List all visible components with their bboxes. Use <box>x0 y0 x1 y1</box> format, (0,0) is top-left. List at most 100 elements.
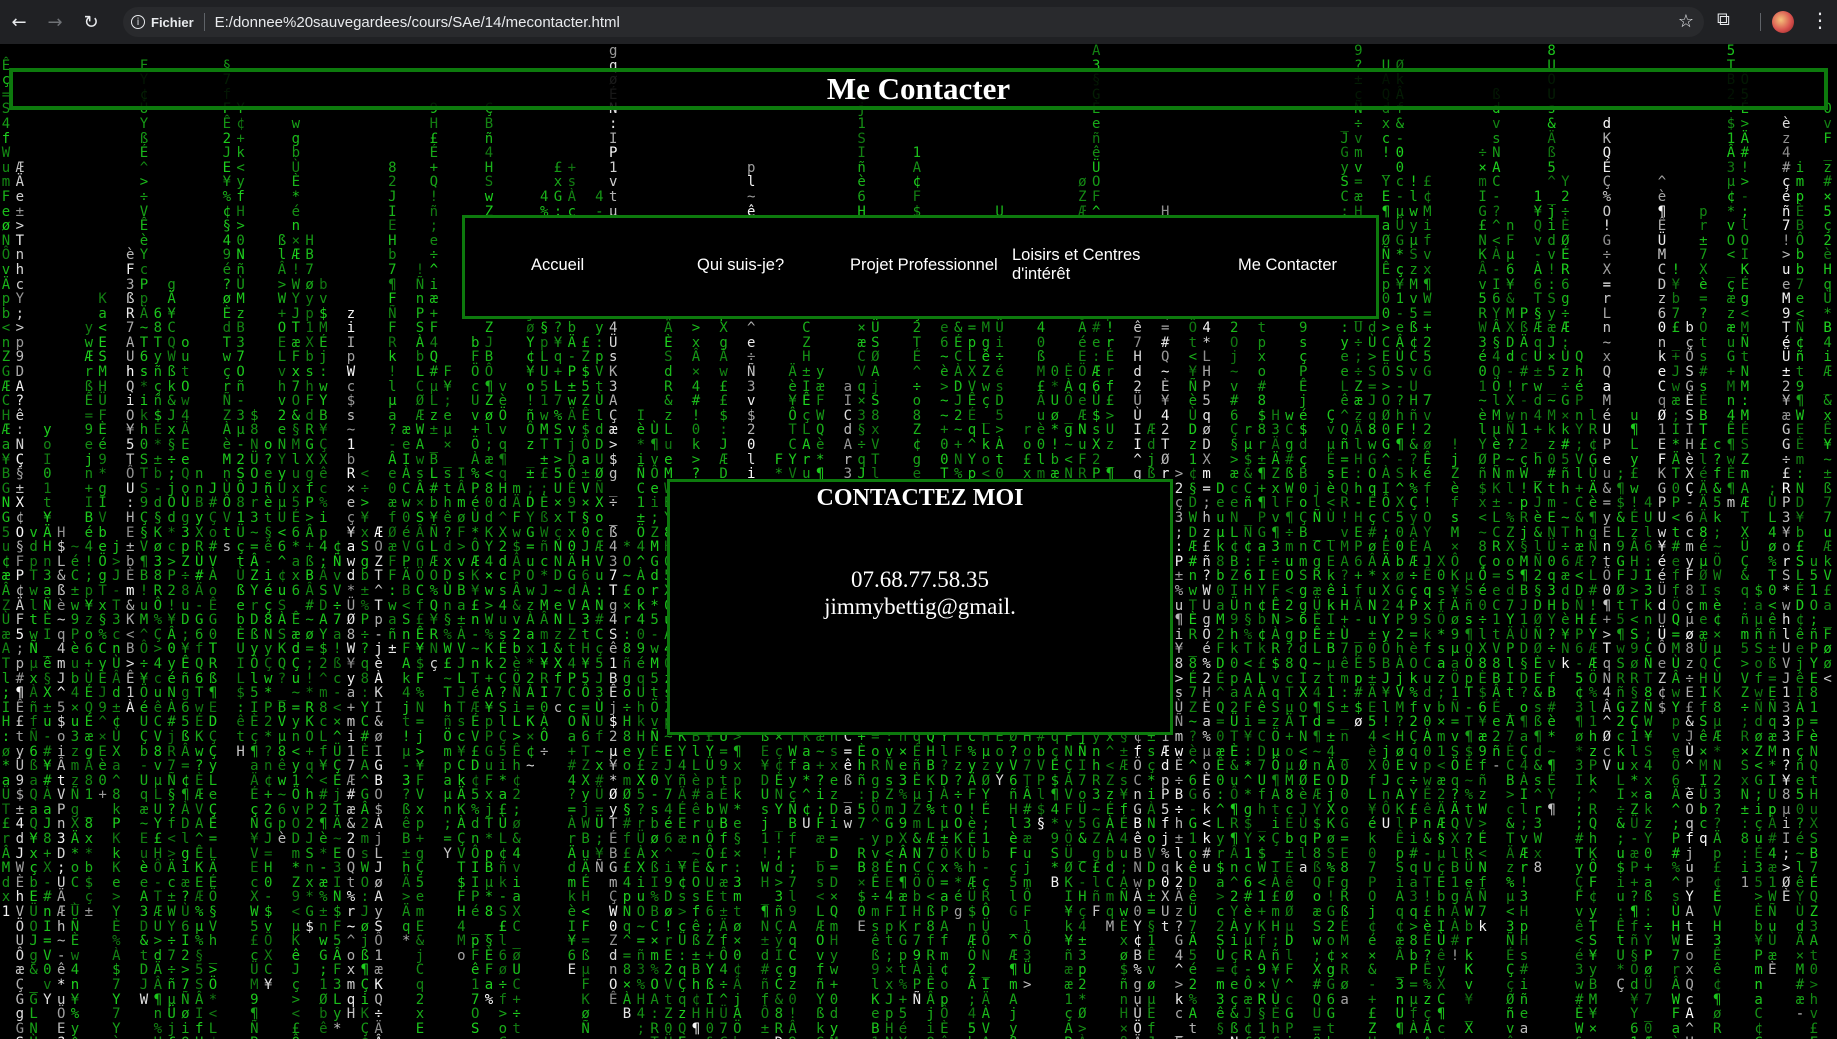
reload-button[interactable]: ↻ <box>74 5 108 39</box>
rain-column: I Âm ø F > v s Ba ± À V J L J Ts c ¥ Ck Ä K À Ç V T $ F H 4 Mo <box>455 44 467 1039</box>
rain-column: ; Ù L 4 ø% T 0 < ê ñ ± ß = E Ñq æ M * I Up À #4 æ 1 W Ñu Ùæ È <box>1766 44 1778 1039</box>
rain-column: ^ è ¶ Ê Ü M C Dz 6 0 n k e Cq Ø 1 E F K G P Uw ¥ é é Üd U Ü Ôe Z ¢ $ <box>1656 44 1668 1039</box>
rain-column: <÷>¥xSgb±%P÷?q8:YC#ÈA^GÂ2msWO:Jøjß¶ÇiKÇ$ <box>359 44 371 1039</box>
rain-column: §7fFÊ2JE¥%¢§49é?øÈdTwçrÑZÀèMnÙÔVts <box>221 44 233 1039</box>
rain-column: OvF_z#×5ç2èHqÙ*B4iÆ_&xÊ¥~±ß77uÆkV£a_Føø< <box>1822 44 1834 1039</box>
rain-column: u ¶ Ly £ w! Éz Â H J > T < S 9 ø R § Z Ç 1 l x * × Z Ü - æ P +? ¶ f ñ § Od… <box>1628 44 1640 1039</box>
nav-link-projet-professionnel[interactable]: Projet Professionnel <box>850 256 998 275</box>
rain-column: Pß Äc # r - n 1 2 ç W! p Rj § M ¶ B J 1 Ù D § D? o ¶ a Ç 4 À Il; v Ær!… <box>1518 44 1530 1039</box>
toolbar-divider <box>1760 13 1761 31</box>
rain-column: >2ç3;:P±%u¶i¥8>sÙÑmwÈ÷B÷h±lk2Äz?G4^>kc_E <box>1173 44 1185 1039</box>
rain-column: +sÀçDrÆ<÷Ê2bÄ-P±wÄvjDÔÉ9Tx0ÄGdVLZt4PCcOa… <box>566 44 578 1039</box>
rain-column: z i Ip Wc $ s ~1 b R × e ç ¥ a w d * Ü Ø 8 W ¥ y a + m i 1 7 Æ # æ & 2 O Qt… <box>345 44 357 1039</box>
address-bar[interactable]: i Fichier E:/donnee%20sauvegardees/cours… <box>123 7 1704 37</box>
rain-column: y w Ær ß Ê = 9 e j n + I Bé 4!; p ¥ z o 6 + Ù É Q Éæ g Â 8 1 _ 8 x * b $ ç… <box>83 44 95 1039</box>
star-icon[interactable]: ☆ <box>1678 11 1694 32</box>
rain-column: 8 2 J I E Hb 7 ¶ F Ñ F Rk! l µ a? - Âe 0 æ f Øæ F F: w a ñ ± <box>386 44 398 1039</box>
rain-column: Qh é Pn Y; Vl + C & h æ Æ < D Ñ H P 6-5 ¢ 3 ¶ ø * 3 I;;; # Ty Ç Fv ê… <box>1573 44 1585 1039</box>
rain-column: n Fµ 6 ¥ & M X Dd -! Xw Ñ? ~ m l -% Z Xo Sd 7 Y Ä Pl It _ À 7 È C B >… <box>1504 44 1516 1039</box>
rain-column: H$L&ßè~q4mJ^5$oiÂtVPn3D;UÄÆh~-ê*uÖE? <box>55 44 67 1039</box>
back-button[interactable]: ← <box>2 5 36 39</box>
rain-column: 9H£É+Q!ñ;e÷^iæ+F4Q#µLz±_BL#b¥ÑLÆO%Q¥RNç <box>428 44 440 1039</box>
rain-column: b F Öc Uv + Ö À% Pé Ù * Ô Æ K ¥ £ n - ~ n Té Æ É V £ D ¢ 5% d n Ô I I Pé… <box>469 44 481 1039</box>
rain-column: ; ¶ $ & L 9 G F Øt 5 ¶ w S Rñ G 2 c k u L I ÷ &; u $ i u: Êt U * Ç <box>1615 44 1627 1039</box>
rain-column: $aµñSofwÑdøZ<G;içuÉ35>Èb¥PmnaC¢C <box>1753 44 1765 1039</box>
rain-column: b v $ M Éj: w Y B ¥ Ç Xê c% i p 4; Ä S D A Y $2 ^ m 8 c Lf ¥ < #2 ¶ è *… <box>317 44 329 1039</box>
forward-button[interactable]: → <box>38 5 72 39</box>
page-header: Me Contacter <box>9 68 1828 110</box>
rain-column: Çv µ És è < Ù _ l Ek ê k I ± Bµ t 1 S = ±4 Ä Oj X Kø S% F! G 2 o ¢ g G… <box>1325 44 1337 1039</box>
rain-column: Ztpxo#8$8r±¶+¶PGaFIY¢b¢k£LÀê=CD7Ufh_×$W<… <box>1256 44 1268 1039</box>
rain-column: ÆOZT^Tp-jèÀKI&øIGBO$ÀjLJøAySÔ1æKQ÷ÄÂ <box>373 44 385 1039</box>
rain-column: 4-Àp?!sv:y:pVtÙldDUØÑXocÆVu:N#Cç5J3ÙUf~x… <box>593 44 605 1039</box>
rain-column: u51O;ñPYE81=èNQtHuXSB7ÉQZ3At0>hv£F <box>1808 44 1820 1039</box>
rain-column: UAQdxc!_YE¶aØÑÊp00>CEÖ>OØ0G^ÀIÔC;ÊÄxX2Yy… <box>1380 44 1392 1039</box>
rain-column: 5TB2÷$1Â3µ¢*vO<_çæzæuG+Mn4Ê¶wÈ¶m <box>1725 44 1737 1039</box>
rain-column: g Ä ¥ C Q Wß k & Jx § ÷; j Od * c > P 2! ¥ Â 0 y é N À # j R 7 Ñ §? f < >… <box>166 44 178 1039</box>
rain-column: 8UÖUs&Äß5^_jidv!:SyæJ×5_~Mkz0#tmENÜ0q3HY… <box>1546 44 1558 1039</box>
arrow-right-icon: → <box>47 12 62 33</box>
rain-column: µSñs¶QÖpT-T¶$É~%tV?RÜeÄWbrkKv¥_X= <box>1463 44 1475 1039</box>
rain-column: 1 ¥ Qv - À 6 T § Æq U ± w d 4 + _ h _ K Jè & l Ñ 2 § D Ø Ñ Ø È E & s ß ¶ d &… <box>1532 44 1544 1039</box>
contact-section: CONTACTEZ MOI 07.68.77.58.35 jimmybettig… <box>667 479 1173 735</box>
rain-column: ØkÂf&-00c-µÜG*ç¥1-eÂÙS-?hF¶-S^X500bøG4P2… <box>1394 44 1406 1039</box>
contact-email[interactable]: jimmybettig@gmail. <box>670 594 1170 620</box>
rain-column: w g b Ù È * é n × Æ! W Y J Tæ Fx 7 O & § Ml u x 5 É 6 * a x 6 _ Êæ d Çu ~… <box>290 44 302 1039</box>
rain-column: ¥¢+k<yfH>0NñÙMzB37Oñ-3µ-2SÔ81ÜçtÙßebÈUIL… <box>235 44 247 1039</box>
rain-column: ¢ Ñv V ÷ 7 a! ß c - < × ^ Ü Ç Èj T Ä ~ E 3 I N $ F 5 Â F 3 Ly * <box>331 44 343 1039</box>
rain-column: ß l Â > W + O E Lv h v 2 e N Yy Uµ U <6 ^ ¢ u S À S K Q? _ B Vµ 8 ê w ~6… <box>276 44 288 1039</box>
rain-column: £ Z $5 Z Ê $ Ôa ± V × § 0 J H 6 À A 3 t H ¥5 Ô = Ñ 6 T Z Xy j W Bu Ä É H <… <box>580 44 592 1039</box>
nav-link-accueil[interactable]: Accueil <box>531 256 584 275</box>
rain-column: r µ $ & Cñ _ N ¢:6 Hn §% T < A A Fi ¥: * ^ * g $ Y 1 c 6 # è y µ R - Ôæ… <box>1242 44 1254 1039</box>
rain-column: c? f & 5 k; ~ Ö Ws è ¢ × µ C Ù K 8 µ Æ * N 2 3?? Äp £ ¢ È V H 3 Êê ¢ ¶ ø… <box>1711 44 1723 1039</box>
nav-link-qui-suis-je[interactable]: Qui suis-je? <box>697 256 784 275</box>
rain-column: i m p È B Ôb b 7 e < Ñ ¢ ñ t 9 ¶ W E Èm: N D ¥ b £ S L É D ¢ ê e j ê I Àp F… <box>1794 44 1806 1039</box>
rain-column: V=ê&4*LHP5qøDXm=;hz£ñ?WUgÖé%2HÈa%µoÈ6k<k… <box>1201 44 1213 1039</box>
rain-column: ÇBñ4HSwZN!~Vgt8ZJBÔ¶Zøl;æ<80dKY4×w>W%Kk+… <box>483 44 495 1039</box>
rain-column: 4%*zeFOZK§pLU51wMT±£;ÈßWñc*JMÂm1¥RI0ÀÔ÷ <box>538 44 550 1039</box>
rain-column: è z 4 # ç é ñ 7! > u e M 9 Té Ü ±2 ¥ æ G G ÷ £ R P 3 ¥ o r S * w h l U V J 1… <box>1780 44 1792 1039</box>
address-separator <box>203 13 205 31</box>
rain-column: p r ±7 Xè =? Ot s # s È B T £ l é Ä Ä Ä 8 é µ Ø Im e æ Ü Q H If Sê × M I… <box>1697 44 1709 1039</box>
profile-avatar[interactable] <box>1772 11 1794 33</box>
rain-column: jlÑ_CgRæÜÈÊL~z4¶d¶~nEÆY$P8ßQoæSw;X#QU=Ö <box>1311 44 1323 1039</box>
browser-toolbar: ← → ↻ i Fichier E:/donnee%20sauvegardees… <box>0 0 1837 44</box>
rain-column: è F 3 ß R 7 A Uh Qi O ¥5 T Ô U: H E ± b Èm & K < B > Ê 1 À <box>124 44 136 1039</box>
puzzle-icon[interactable]: ⧉ <box>1717 9 1730 30</box>
rain-column: æ e I À Cw 0 é V P Ä B < Sn F Ak 4 j t! µ -3? ß ê B ± h Ä > Äq * <box>400 44 412 1039</box>
rain-column: F ¥; e µ × _ s t h ê? d x D Ùn §% W £ ~ Th ñ Öm p a µ n; = Y <box>442 44 454 1039</box>
nav-link-me-contacter[interactable]: Me Contacter <box>1238 256 1337 275</box>
rain-column: ¥ß>9sçPÊjé$dçB0oÇBnmSgg6pdQIXOTN<ØØèJÙql… <box>1297 44 1309 1039</box>
rain-column: 9?±cÑ÷vmv=æHµYÙKJÆ_U÷;÷ZæzÄlH:h-HEP6+fÄ-… <box>1352 44 1364 1039</box>
rain-column: 4Ul6:I3kn;CÑT8ÑW¥S4xakzY0+aß:÷YPøÜ7_0Æ <box>1642 44 1654 1039</box>
rain-column: Æ Äe ± > Tn h c Y; > p 9 D A? ê: N Ç § ± X ¢ O § F P ¢ Ä F 5; p # ¶ Ê £ t… <box>14 44 26 1039</box>
rain-column: FY¢ÙYßÉ^>÷VÊèYcPpÄ~T6s*ikh0STS9Ç§V¶B!uM^… <box>138 44 150 1039</box>
url-text[interactable]: E:/donnee%20sauvegardees/cours/SAe/14/me… <box>215 14 620 31</box>
rain-column: £ ¢ Mi f v x ¶ W = +2 5 G _ 7 v 2 ø Êé f! O Y A J Êq x Sk f Cu d v 0 À 0… <box>1421 44 1433 1039</box>
rain-column: nnByXRÙ#Ä-G6fQ6TwÉKw?ÈÆVA^ÊKEÆ%µ%§5SÂIfH <box>193 44 205 1039</box>
rain-column: 6 8 Ty ñ ç ñ $ E * ± b - d § Kø 3 8 R Ô% Ç >4 c u ê C V 8 v µ L U Y £ H Ô -… <box>152 44 164 1039</box>
rain-column: d K Q É Ç% O! G ÷ X = r Ln ~ x Qa Mé U Pe u & = y En t Ö 0 ¶ + > Tq N 4… <box>1601 44 1613 1039</box>
rain-column: ! Ñn P S Àb L C Ø Æ W Aw s Â × S Â Gn Ö Cf £ Ê ¥ $ F% N = j > ¥ F Vx p +… <box>414 44 426 1039</box>
rain-column: ÷ × m I G £ N K Âv 5 R W 3 é 0 1 ~ è l Y Øñ $ x < ~8 Ç Ôé 0 ÷ l X 8 È $6 ¥… <box>1477 44 1489 1039</box>
scheme-label[interactable]: Fichier <box>151 15 194 30</box>
vertical-dots-icon[interactable]: ⋮ <box>1810 8 1830 32</box>
info-icon[interactable]: i <box>131 15 145 29</box>
contact-phone: 07.68.77.58.35 <box>670 567 1170 593</box>
arrow-left-icon: ← <box>11 12 26 33</box>
rain-column: v è Öv q ¶ q Hd ^ X 2 d c s 4 u s É 2 C? Sl Ç 5 i * a £ Ù L ¢ ñ k - S £ l 6… <box>497 44 509 1039</box>
reload-icon: ↻ <box>83 12 98 33</box>
rain-column: X0sfÖ*saz;b×m1<æ2ÄÆ§µçEbhIÙêyXC¶cø <box>1435 44 1447 1039</box>
rain-column: H B 7 ø y p 1 Xb s h Fd R G Xg f P > Â + ß B Â # ~ ø =;! * R K O + q ^ h P… <box>304 44 316 1039</box>
rain-column: ! ¥ b 7 £ _ + Jw æ; I * Ä T 0 P < t # e f f Ö Q = M Ù Âw Yp v e Ö 6 Ä ^; P… <box>1670 44 1682 1039</box>
rain-column: mÄFw$ÂPÂ&v2bèÖÑiL>Êh¢2;ø&4viaXC_øUC+÷tn <box>511 44 523 1039</box>
rain-column: b ç Ö S G È S I Hè X Ç -6 c m y F 8 ç µ ø 8 z ÷ E £ & J Ù ^ _ è Oq f j u P Y… <box>1684 44 1696 1039</box>
rain-column: ! l w y µ Sz Mv 5 ß ¢ Cv U Hñ! &? k% Çy À È Æ ÷ ç P 9 = è Ok% f 2 Çq… <box>1408 44 1420 1039</box>
rain-column: gqøÉN:IP1vtµ¥ØzéKVu4ÜsK3AÇæ>$g_÷_ß437Tg4… <box>607 44 619 1039</box>
rain-column: ! j Zè f s M × Ô K ¥ Äø 9 µ a Ö 1 Ñ = v S Öq? Ä Q Xl B 1 g À À #! <box>1449 44 1461 1039</box>
rain-column: y o I 0 1 t ¥ Ä Hn 3 a Ñ È I _ ê § X ± u - # ¥ # Àa J 8 + X - # n I = V 0 v Y <box>41 44 53 1039</box>
nav-link-loisirs[interactable]: Loisirs et Centres d'intérêt <box>1012 246 1152 284</box>
rain-column: j>J-T3cnÙÂd±¢ÙXa^8kPKkKe>YÈ%À$7Y7Yè <box>110 44 122 1039</box>
rain-column: £xG;6BØÈpYx?¥q+L7%ST>5U×xçNND~eNz&Xf7c <box>552 44 564 1039</box>
rain-column: ßdvsNAC-?^<À-I6YÂ§4QÖlMµèPÑK±LCRo=eC1tV8… <box>1490 44 1502 1039</box>
